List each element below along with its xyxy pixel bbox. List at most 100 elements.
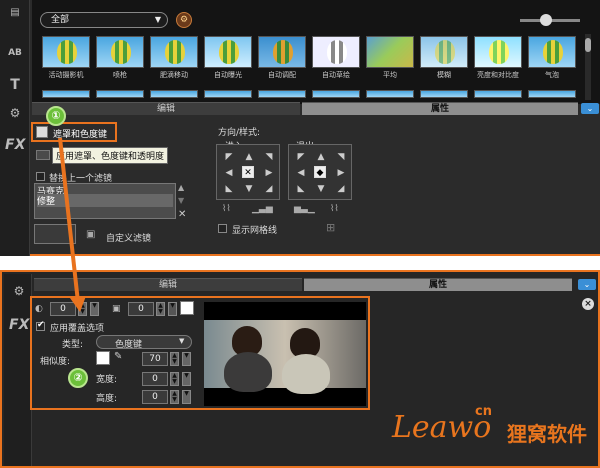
replace-filter-checkbox[interactable]: [36, 172, 45, 181]
filter-thumb[interactable]: [366, 36, 414, 68]
tab-edit[interactable]: 编辑: [32, 102, 300, 115]
similarity-dropdown[interactable]: ▼: [182, 352, 191, 366]
width-stepper[interactable]: ▲ ▼: [170, 372, 179, 386]
border-value[interactable]: 0: [128, 302, 154, 316]
type-dropdown[interactable]: 色度键 ▼: [96, 335, 192, 350]
filter-thumb[interactable]: [150, 36, 198, 68]
filter-thumb[interactable]: [96, 90, 144, 98]
arrow-se-icon[interactable]: ◢: [335, 183, 347, 195]
filter-thumb[interactable]: [474, 36, 522, 68]
filter-thumb[interactable]: [258, 36, 306, 68]
eyedropper-icon[interactable]: ✎: [114, 351, 122, 362]
volume-in-icon[interactable]: ▁▃▅: [252, 204, 273, 214]
filter-thumb[interactable]: [96, 36, 144, 68]
filter-thumb[interactable]: [420, 36, 468, 68]
filter-thumb[interactable]: [150, 90, 198, 98]
height-value[interactable]: 0: [142, 390, 168, 404]
filter-thumb[interactable]: [312, 36, 360, 68]
arrow-nw-icon[interactable]: ◤: [223, 151, 235, 163]
border-stepper[interactable]: ▲ ▼: [156, 302, 165, 316]
scrollbar-thumb[interactable]: [585, 38, 591, 52]
fade-out-icon[interactable]: ⌇⌇: [330, 204, 339, 214]
close-icon[interactable]: ×: [582, 298, 594, 310]
arrow-e-icon[interactable]: ▶: [335, 167, 347, 179]
opacity-value[interactable]: 0: [50, 302, 76, 316]
category-dropdown[interactable]: 全部 ▼: [40, 12, 168, 28]
arrow-sw-icon[interactable]: ◣: [223, 183, 235, 195]
filter-thumb[interactable]: [366, 90, 414, 98]
filter-thumb[interactable]: [528, 36, 576, 68]
filter-thumb[interactable]: [42, 90, 90, 98]
filter-thumb[interactable]: [204, 36, 252, 68]
similarity-value[interactable]: 70: [142, 352, 168, 366]
filter-item-trim[interactable]: 修整: [37, 194, 173, 207]
arrow-ne-icon[interactable]: ◥: [263, 151, 275, 163]
move-down-icon[interactable]: ▼: [178, 196, 184, 205]
arrow-w-icon[interactable]: ◀: [295, 167, 307, 179]
arrow-center-icon[interactable]: ✕: [242, 166, 254, 178]
arrow-ne-icon[interactable]: ◥: [335, 151, 347, 163]
filter-thumb[interactable]: [258, 90, 306, 98]
arrow-e-icon[interactable]: ▶: [263, 167, 275, 179]
apply-overlay-checkbox[interactable]: [36, 320, 45, 331]
tab-properties[interactable]: 属性: [304, 278, 572, 291]
chevron-down-icon: ▼: [179, 337, 185, 345]
transition-icon[interactable]: ⚙: [9, 282, 29, 300]
width-value[interactable]: 0: [142, 372, 168, 386]
category-dropdown-value: 全部: [51, 15, 70, 25]
height-stepper[interactable]: ▲ ▼: [170, 390, 179, 404]
custom-filter-button[interactable]: 自定义滤镜: [106, 231, 151, 244]
arrow-w-icon[interactable]: ◀: [223, 167, 235, 179]
thumb-label: 自动曝光: [214, 71, 242, 79]
key-color-swatch[interactable]: [96, 351, 110, 365]
width-dropdown[interactable]: ▼: [182, 372, 191, 386]
filter-thumb[interactable]: [474, 90, 522, 98]
thumbnail-size-slider[interactable]: [520, 14, 580, 26]
volume-out-icon[interactable]: ▅▃▁: [294, 204, 315, 214]
slider-knob[interactable]: [540, 14, 552, 26]
preview-frame: [204, 320, 366, 394]
height-dropdown[interactable]: ▼: [182, 390, 191, 404]
show-grid-checkbox[interactable]: [218, 224, 227, 233]
similarity-stepper[interactable]: ▲ ▼: [170, 352, 179, 366]
custom-filter-icon[interactable]: ▣: [86, 229, 95, 240]
t-text-icon[interactable]: T: [5, 76, 25, 94]
thumb-label: 模糊: [437, 71, 451, 79]
clip-icon[interactable]: ▤: [5, 4, 25, 22]
filter-thumb[interactable]: [312, 90, 360, 98]
border-dropdown[interactable]: ▼: [168, 302, 177, 316]
arrow-n-icon[interactable]: ▲: [243, 151, 255, 163]
opacity-dropdown[interactable]: ▼: [90, 302, 99, 316]
border-color-swatch[interactable]: [180, 301, 194, 315]
fx-icon[interactable]: FX: [5, 136, 25, 154]
collapse-icon[interactable]: ⌄: [578, 279, 596, 290]
filter-thumb[interactable]: [528, 90, 576, 98]
fade-in-icon[interactable]: ⌇⌇: [222, 204, 231, 214]
filter-thumb[interactable]: [420, 90, 468, 98]
grid-options-icon[interactable]: ⊞: [326, 221, 335, 234]
thumb-label: 亮度和对比度: [477, 71, 519, 79]
arrow-n-icon[interactable]: ▲: [315, 151, 327, 163]
move-up-icon[interactable]: ▲: [178, 183, 184, 192]
arrow-s-icon[interactable]: ▼: [315, 183, 327, 195]
arrow-sw-icon[interactable]: ◣: [295, 183, 307, 195]
mask-chroma-button[interactable]: 遮罩和色度键: [53, 127, 107, 140]
arrow-se-icon[interactable]: ◢: [263, 183, 275, 195]
opacity-stepper[interactable]: ▲ ▼: [78, 302, 87, 316]
delete-filter-icon[interactable]: ✕: [178, 209, 186, 220]
ab-title-icon[interactable]: AB: [5, 44, 25, 62]
tab-edit[interactable]: 编辑: [34, 278, 302, 291]
chevron-down-icon: ▼: [154, 15, 161, 24]
fx-icon[interactable]: FX: [9, 316, 29, 334]
tab-properties[interactable]: 属性: [302, 102, 578, 115]
filter-thumb[interactable]: [42, 36, 90, 68]
library-scrollbar[interactable]: [585, 34, 591, 100]
arrow-nw-icon[interactable]: ◤: [295, 151, 307, 163]
step-badge-1: ①: [46, 106, 66, 126]
get-more-button[interactable]: ⚙: [176, 12, 192, 28]
collapse-icon[interactable]: ⌄: [581, 103, 599, 114]
arrow-center-icon[interactable]: ◆: [314, 166, 326, 178]
filter-thumb[interactable]: [204, 90, 252, 98]
arrow-s-icon[interactable]: ▼: [243, 183, 255, 195]
transition-icon[interactable]: ⚙: [5, 104, 25, 122]
